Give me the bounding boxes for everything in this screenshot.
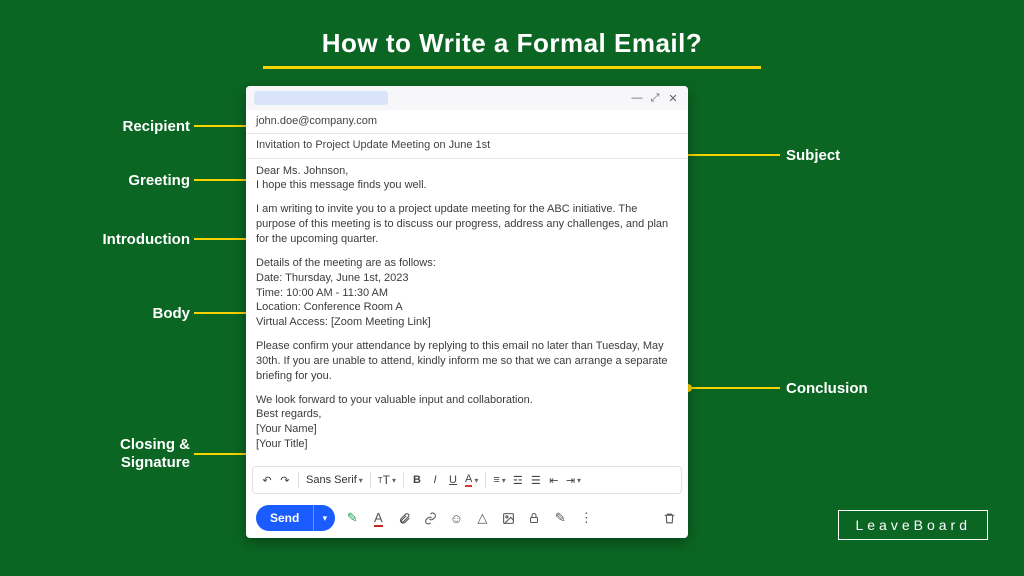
indent-less-icon[interactable]: ⇤ <box>546 471 562 489</box>
brand-badge: LeaveBoard <box>838 510 988 540</box>
intro-paragraph: I am writing to invite you to a project … <box>256 202 678 247</box>
label-greeting: Greeting <box>70 172 190 190</box>
spellcheck-icon[interactable]: ✎ <box>343 509 361 527</box>
label-introduction: Introduction <box>54 231 190 249</box>
confidential-icon[interactable] <box>525 509 543 527</box>
send-button-group: Send ▾ <box>256 505 335 531</box>
email-body[interactable]: Dear Ms. Johnson, I hope this message fi… <box>246 159 688 466</box>
trash-icon[interactable] <box>660 509 678 527</box>
more-icon[interactable]: ⋮ <box>577 509 595 527</box>
text-format-icon[interactable]: A <box>369 509 387 527</box>
font-size-icon[interactable]: TT <box>376 471 398 489</box>
closing-line-4: [Your Title] <box>256 438 308 450</box>
align-icon[interactable]: ≡ <box>491 471 507 489</box>
redo-icon[interactable]: ↷ <box>277 471 293 489</box>
font-select[interactable]: Sans Serif <box>304 471 365 489</box>
label-conclusion: Conclusion <box>786 380 868 398</box>
label-subject: Subject <box>786 147 840 165</box>
signature-icon[interactable]: ✎ <box>551 509 569 527</box>
expand-icon[interactable]: ⤢ <box>648 91 662 105</box>
close-icon[interactable]: ✕ <box>666 91 680 105</box>
detail-location: Location: Conference Room A <box>256 301 403 313</box>
label-body: Body <box>70 305 190 323</box>
bulleted-list-icon[interactable]: ☰ <box>528 471 544 489</box>
leader-conclusion <box>682 381 780 395</box>
detail-date: Date: Thursday, June 1st, 2023 <box>256 272 408 284</box>
subject-field[interactable]: Invitation to Project Update Meeting on … <box>246 134 688 158</box>
attach-icon[interactable] <box>395 509 413 527</box>
label-closing: Closing & Signature <box>54 436 190 472</box>
greeting-line-1: Dear Ms. Johnson, <box>256 165 348 177</box>
image-icon[interactable] <box>499 509 517 527</box>
format-toolbar: ↶ ↷ Sans Serif TT B I U A ≡ ☲ ☰ ⇤ ⇥ <box>252 466 682 494</box>
label-recipient: Recipient <box>70 118 190 136</box>
emoji-icon[interactable]: ☺ <box>447 509 465 527</box>
minimize-icon[interactable]: — <box>630 91 644 105</box>
numbered-list-icon[interactable]: ☲ <box>510 471 526 489</box>
detail-virtual: Virtual Access: [Zoom Meeting Link] <box>256 316 431 328</box>
closing-line-3: [Your Name] <box>256 423 317 435</box>
title-underline <box>263 66 761 69</box>
from-chip[interactable] <box>254 91 388 105</box>
drive-icon[interactable]: △ <box>473 509 491 527</box>
detail-time: Time: 10:00 AM - 11:30 AM <box>256 287 388 299</box>
italic-icon[interactable]: I <box>427 471 443 489</box>
compose-window: — ⤢ ✕ john.doe@company.com Invitation to… <box>246 86 688 538</box>
conclusion-paragraph: Please confirm your attendance by replyi… <box>256 339 678 384</box>
details-heading: Details of the meeting are as follows: <box>256 257 436 269</box>
text-color-icon[interactable]: A <box>463 471 480 489</box>
compose-action-bar: Send ▾ ✎ A ☺ △ ✎ ⋮ <box>246 498 688 538</box>
indent-more-icon[interactable]: ⇥ <box>564 471 583 489</box>
recipient-field[interactable]: john.doe@company.com <box>246 110 688 134</box>
greeting-line-2: I hope this message finds you well. <box>256 179 427 191</box>
link-icon[interactable] <box>421 509 439 527</box>
bold-icon[interactable]: B <box>409 471 425 489</box>
closing-line-1: We look forward to your valuable input a… <box>256 394 533 406</box>
undo-icon[interactable]: ↶ <box>259 471 275 489</box>
send-options-icon[interactable]: ▾ <box>313 505 335 531</box>
send-button[interactable]: Send <box>256 505 313 531</box>
closing-line-2: Best regards, <box>256 408 321 420</box>
compose-header: — ⤢ ✕ <box>246 86 688 110</box>
page-title: How to Write a Formal Email? <box>0 28 1024 59</box>
underline-icon[interactable]: U <box>445 471 461 489</box>
